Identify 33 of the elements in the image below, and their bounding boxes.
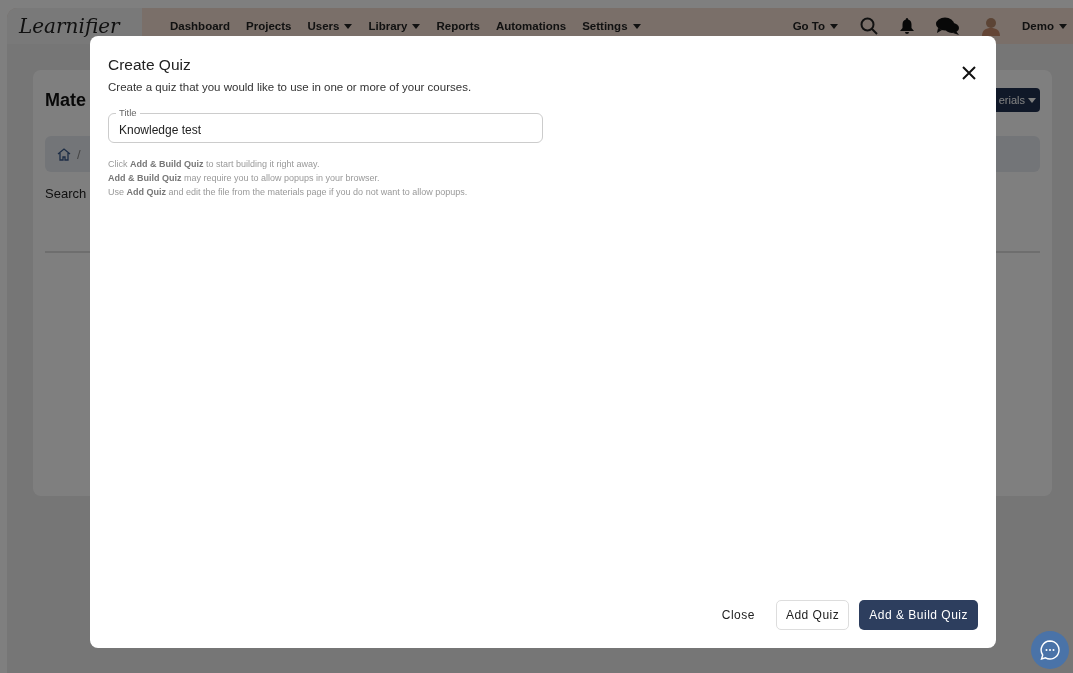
add-quiz-button[interactable]: Add Quiz [775, 600, 850, 630]
search-icon[interactable] [860, 17, 879, 35]
chat-bubbles-icon[interactable] [936, 17, 961, 35]
caret-icon [632, 23, 641, 29]
dialog-subtitle: Create a quiz that you would like to use in one or more of your courses. [108, 81, 472, 93]
close-button[interactable]: Close [710, 600, 766, 630]
chat-bubble-icon [1040, 640, 1060, 660]
close-icon[interactable] [962, 66, 976, 80]
nav-menu-item[interactable]: Dashboard [170, 20, 231, 32]
search-label: Search [45, 186, 87, 201]
help-text: Use Add Quiz and edit the file from the materials page if you do not want to allow popups. [108, 187, 469, 197]
breadcrumb-separator: / [77, 146, 81, 162]
page-title: Mate [45, 89, 86, 111]
add-and-build-button[interactable]: Add & Build Quiz [859, 600, 978, 630]
go-to-menu[interactable]: Go To [792, 20, 839, 32]
home-icon[interactable] [57, 147, 71, 161]
nav-menu-item[interactable]: Projects [246, 20, 292, 32]
nav-menu-item[interactable]: Users [307, 20, 353, 32]
help-text: Click Add & Build Quiz to start building it right away. [108, 159, 321, 169]
field-label: Title [116, 107, 140, 119]
bell-icon[interactable] [900, 18, 915, 34]
nav-menu-item[interactable]: Settings [582, 20, 641, 32]
help-text: Add & Build Quiz may require you to allow popups in your browser. [108, 173, 381, 183]
nav-menu-item[interactable]: Library [368, 20, 421, 32]
user-menu[interactable]: Demo [1022, 20, 1067, 32]
dialog-title: Create Quiz [108, 56, 192, 74]
caret-icon [830, 23, 839, 29]
nav-menu-item[interactable]: Reports [436, 20, 480, 32]
nav-menu-item[interactable]: Automations [495, 20, 567, 32]
caret-icon [412, 23, 421, 29]
caret-icon [1028, 97, 1036, 103]
caret-icon [344, 23, 353, 29]
caret-icon [1059, 23, 1067, 29]
